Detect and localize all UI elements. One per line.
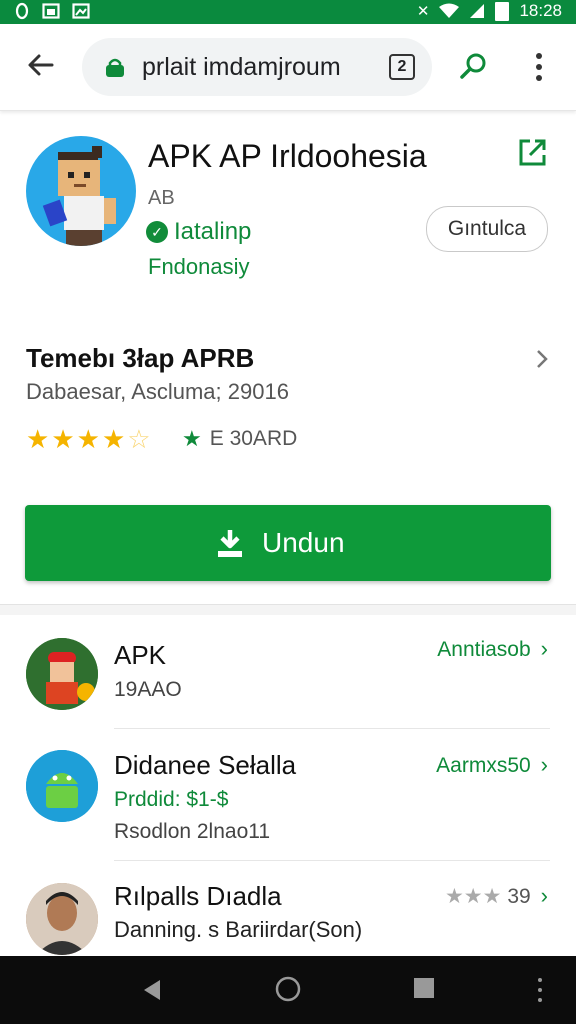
region-label: Fndonasiy	[148, 254, 250, 279]
nav-recents-icon[interactable]	[413, 977, 435, 999]
list-item[interactable]: Rılpalls Dıadla Danning. s Bariirdar(Son…	[0, 875, 576, 955]
verified-check-icon: ✓	[146, 221, 168, 243]
address-bar[interactable]: prlait imdamjroum 2	[82, 38, 432, 96]
status-time: 18:28	[519, 1, 562, 20]
app-icon	[26, 136, 136, 246]
list-item-action-label: 39	[507, 885, 531, 908]
battery-icon	[495, 1, 510, 21]
back-arrow-icon[interactable]	[24, 48, 58, 82]
list-item-price: Prddid: $1-$	[114, 788, 229, 811]
star-icon: ★	[76, 424, 100, 454]
award-star-icon: ★	[182, 426, 202, 451]
gallery-icon	[72, 3, 90, 19]
list-item-title: Rılpalls Dıadla	[114, 881, 282, 911]
star-icon: ★	[101, 424, 126, 454]
list-item[interactable]: APK 19AAO Anntiasob ›	[0, 630, 576, 730]
person-avatar-icon	[26, 883, 98, 955]
download-button[interactable]: Undun	[25, 505, 551, 581]
award-text: E 30ARD	[209, 427, 298, 450]
star-icon: ★	[51, 424, 75, 454]
list-item-action-label: Anntiasob	[437, 638, 531, 661]
list-item-subtitle: Rsodlon 2lnao11	[114, 820, 271, 843]
divider	[114, 860, 550, 861]
details-subtitle: Dabaesar, Ascluma; 29016	[26, 379, 289, 404]
list-item-rating[interactable]: ★★★ 39 ›	[445, 883, 548, 909]
status-system-icons: ✕ 18:28	[417, 1, 562, 21]
list-item-subtitle: Danning. s Bariirdar(Son)	[114, 917, 363, 942]
list-item-title: Didanee Sełalla	[114, 750, 297, 780]
mute-icon: ✕	[416, 3, 430, 20]
status-bar: ✕ 18:28	[0, 0, 576, 24]
list-item-action[interactable]: Anntiasob ›	[437, 636, 548, 662]
developer-name[interactable]: AB	[148, 187, 175, 210]
list-item-title: APK	[114, 640, 167, 670]
list-item-subtitle: 19AAO	[114, 678, 182, 701]
star-rating-icon: ★★★	[444, 885, 502, 908]
gamer-avatar-icon	[26, 638, 98, 710]
divider	[114, 728, 550, 729]
section-divider	[0, 604, 576, 615]
verified-badge: ✓ Iatalinp	[146, 218, 251, 246]
browser-toolbar: prlait imdamjroum 2	[0, 24, 576, 111]
chevron-right-icon[interactable]	[532, 347, 552, 371]
nav-more-icon[interactable]	[536, 976, 544, 1004]
status-notifications	[14, 2, 90, 20]
app-title: APK AP Irldoohesia	[148, 138, 427, 174]
download-label: Undun	[262, 527, 345, 558]
system-nav-bar	[0, 956, 576, 1024]
list-item-action[interactable]: Aarmxs50 ›	[436, 752, 548, 778]
star-icon: ★	[26, 424, 50, 454]
nav-back-icon[interactable]	[140, 978, 164, 1002]
search-icon[interactable]	[458, 50, 490, 82]
open-external-icon[interactable]	[516, 137, 548, 169]
install-chip-button[interactable]: Gıntulca	[426, 206, 548, 252]
chevron-right-icon: ›	[540, 752, 548, 777]
more-vert-icon[interactable]	[528, 50, 550, 84]
list-item[interactable]: Didanee Sełalla Prddid: $1-$ Rsodlon 2ln…	[0, 742, 576, 862]
nav-home-icon[interactable]	[275, 976, 301, 1002]
url-text[interactable]: prlait imdamjroum	[142, 53, 341, 82]
signal-icon	[470, 4, 485, 18]
tab-switcher-button[interactable]: 2	[389, 54, 415, 80]
list-item-action-label: Aarmxs50	[436, 754, 531, 777]
details-title[interactable]: Temebı 3łap APRB	[26, 343, 254, 374]
chevron-right-icon: ›	[540, 883, 548, 908]
gamer-character-icon	[26, 638, 98, 710]
blocky-character-icon	[42, 146, 116, 246]
person-photo-icon	[26, 883, 98, 955]
lock-icon	[106, 58, 124, 77]
photo-icon	[42, 3, 60, 19]
download-icon	[218, 530, 242, 557]
android-icon	[26, 750, 98, 822]
wifi-icon	[439, 3, 460, 18]
award-info: ★ E 30ARD	[182, 426, 297, 452]
half-star-icon: ☆	[127, 424, 151, 454]
android-robot-icon	[26, 750, 98, 822]
star-rating: ★ ★ ★ ★ ☆	[26, 424, 151, 455]
chevron-right-icon: ›	[540, 636, 548, 661]
verified-label: Iatalinp	[174, 218, 252, 245]
app-notification-icon	[15, 2, 29, 20]
